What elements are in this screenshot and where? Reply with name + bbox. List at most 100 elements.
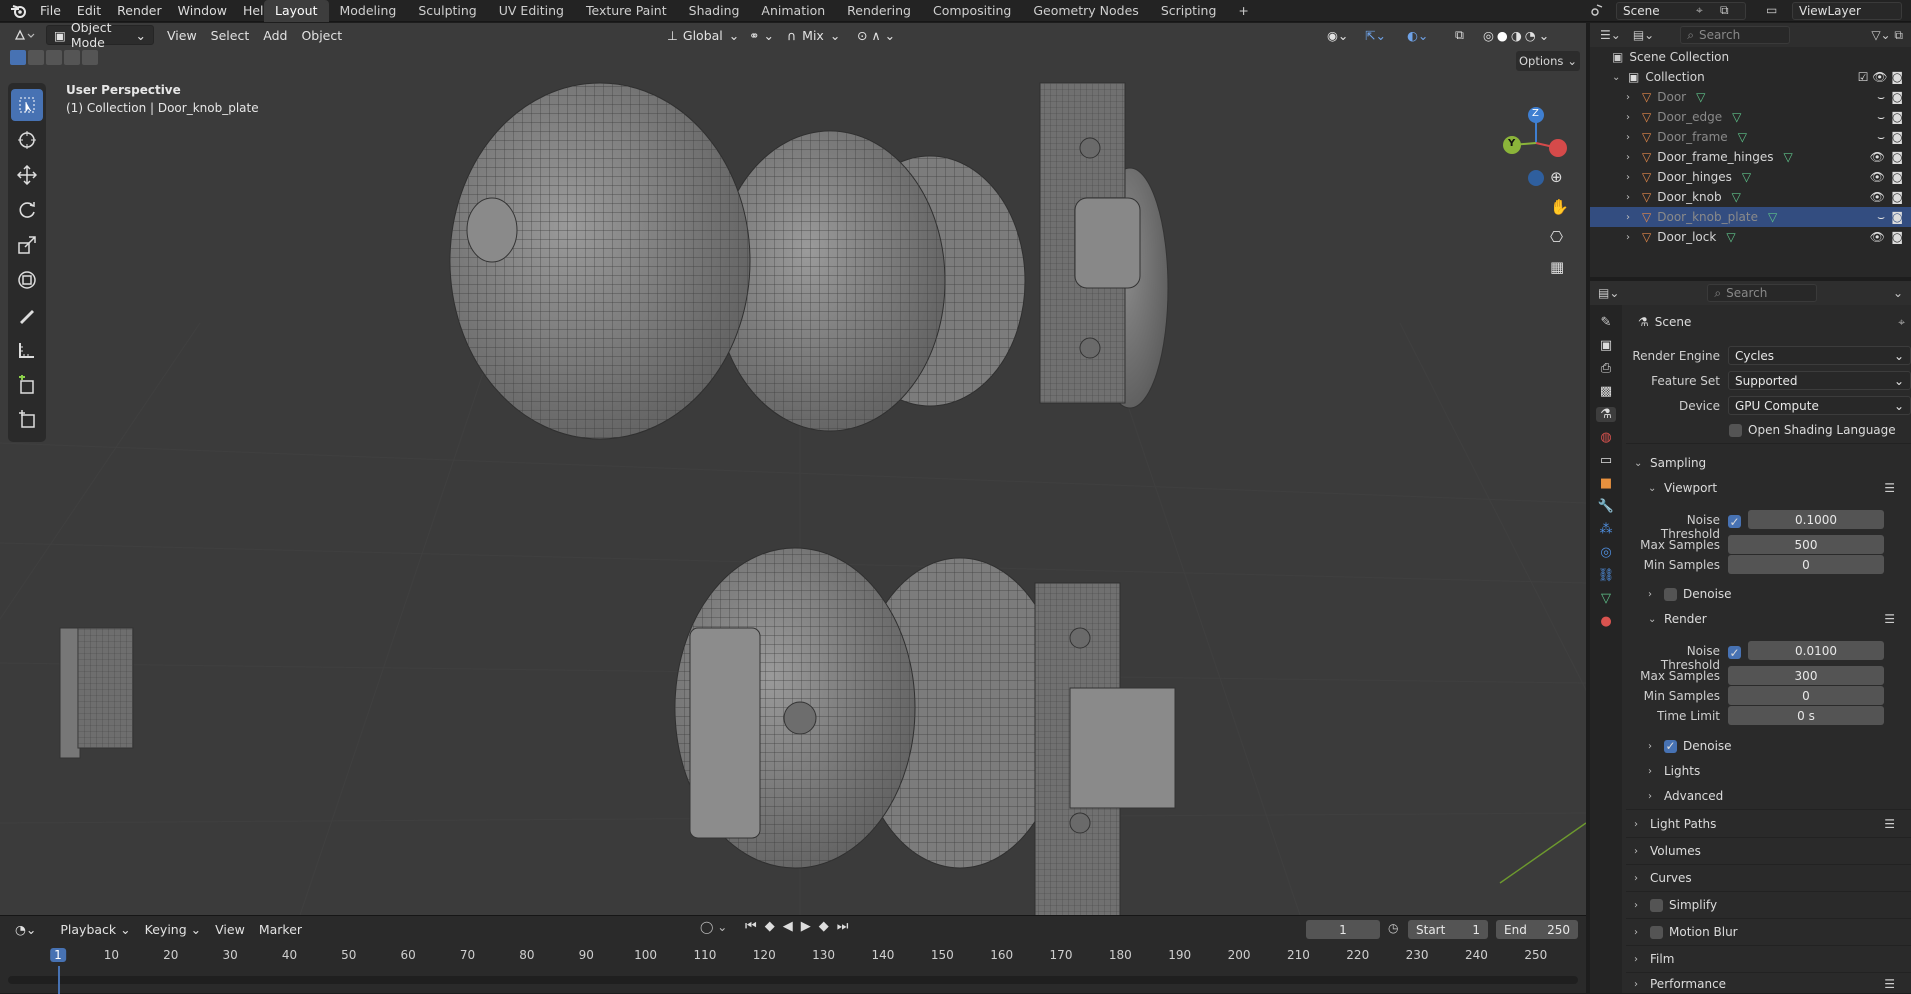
timeline-view-menu[interactable]: View (208, 919, 252, 939)
viewport-noise-threshold-field[interactable]: 0.1000 (1748, 510, 1884, 529)
mesh-data-icon[interactable]: ▽ (1726, 230, 1735, 244)
osl-checkbox[interactable] (1729, 423, 1742, 437)
simplify-panel-header[interactable]: › Simplify (1634, 898, 1717, 912)
object-tab-icon[interactable]: ■ (1600, 476, 1612, 491)
move-tool-icon[interactable] (11, 159, 43, 191)
chevron-right-icon[interactable]: › (1626, 212, 1636, 223)
mode-dropdown[interactable]: ▣ Object Mode ⌄ (46, 23, 154, 50)
chevron-right-icon[interactable]: › (1626, 172, 1636, 183)
gizmo-toggle-icon[interactable]: ⇱⌄ (1358, 25, 1393, 45)
chevron-down-icon[interactable]: ⌄ (1612, 72, 1622, 83)
render-tab-icon[interactable]: ▣ (1600, 338, 1612, 353)
material-tab-icon[interactable]: ● (1600, 614, 1611, 629)
eye-closed-icon[interactable]: ⌣ (1877, 210, 1885, 225)
collection-tab-icon[interactable]: ▭ (1600, 453, 1612, 468)
tab-uv-editing[interactable]: UV Editing (488, 0, 575, 22)
eye-icon[interactable]: 👁 (1870, 230, 1885, 244)
mesh-data-icon[interactable]: ▽ (1738, 130, 1747, 144)
viewport-denoise-row[interactable]: › Denoise (1648, 587, 1732, 601)
3d-viewport[interactable]: ▣ Object Mode ⌄ View Select Add Object ⊥… (0, 23, 1586, 915)
tab-animation[interactable]: Animation (750, 0, 836, 22)
rendered-shading-icon[interactable]: ◔ (1525, 28, 1536, 43)
snap-dropdown[interactable]: ∩ Mix ⌄ (780, 25, 847, 45)
sampling-panel-header[interactable]: ⌄ Sampling (1634, 456, 1706, 470)
chevron-right-icon[interactable]: › (1626, 132, 1636, 143)
filter-icon[interactable]: ▽⌄ ⧉ (1871, 28, 1903, 43)
annotate-tool-icon[interactable] (11, 299, 43, 331)
render-noise-threshold-checkbox[interactable]: ✓ (1728, 646, 1741, 660)
outliner-editor-type-icon[interactable]: ☰⌄ (1600, 28, 1621, 42)
film-panel-header[interactable]: › Film (1634, 952, 1674, 966)
door-knob-mesh[interactable] (449, 82, 1169, 440)
pin-icon[interactable]: ⌖ (1898, 315, 1905, 330)
tab-texture-paint[interactable]: Texture Paint (575, 0, 678, 22)
select-subtract-icon[interactable] (46, 50, 62, 65)
render-subpanel-header[interactable]: ⌄ Render (1648, 612, 1707, 626)
play-icon[interactable]: ▶ (801, 919, 811, 934)
perspective-toggle-icon[interactable]: ▦ (1550, 258, 1569, 276)
measure-tool-icon[interactable] (11, 334, 43, 366)
select-box-tool-icon[interactable] (11, 89, 43, 121)
constraints-tab-icon[interactable]: ⛓ (1598, 568, 1615, 583)
viewport-max-samples-field[interactable]: 500 (1728, 535, 1884, 554)
end-frame-field[interactable]: End 250 (1496, 920, 1578, 939)
display-mode-icon[interactable]: ▤⌄ (1633, 28, 1654, 42)
world-tab-icon[interactable]: ◍ (1600, 430, 1611, 445)
door-lock-mesh[interactable] (674, 547, 1176, 915)
eye-closed-icon[interactable]: ⌣ (1877, 90, 1885, 105)
object-menu[interactable]: Object (294, 25, 349, 45)
render-max-samples-field[interactable]: 300 (1728, 666, 1884, 685)
particles-tab-icon[interactable]: ⁂ (1600, 522, 1613, 537)
pin-icon[interactable]: ⌖ (1696, 3, 1703, 18)
lights-subpanel-header[interactable]: › Lights (1648, 764, 1700, 778)
viewport-subpanel-header[interactable]: ⌄ Viewport (1648, 481, 1717, 495)
render-denoise-row[interactable]: › ✓ Denoise (1648, 739, 1732, 753)
camera-render-icon[interactable]: ◙ (1891, 210, 1903, 224)
chevron-right-icon[interactable]: › (1626, 112, 1636, 123)
tab-geometry-nodes[interactable]: Geometry Nodes (1022, 0, 1149, 22)
timeline-scrollbar[interactable] (8, 976, 1578, 984)
add-menu[interactable]: Add (256, 25, 294, 45)
light-paths-panel-header[interactable]: › Light Paths (1634, 817, 1716, 831)
view-layer-field[interactable]: ViewLayer (1792, 2, 1902, 20)
menu-file[interactable]: File (32, 0, 69, 22)
autokey-icon[interactable]: ◯ ⌄ (700, 920, 727, 934)
next-keyframe-icon[interactable]: ◆ (819, 919, 829, 934)
marker-menu[interactable]: Marker (252, 919, 309, 939)
presets-list-icon[interactable]: ☰ (1884, 977, 1895, 991)
chevron-down-icon[interactable]: ⌄ (1539, 28, 1549, 43)
render-denoise-checkbox[interactable]: ✓ (1664, 739, 1677, 753)
mesh-data-icon[interactable]: ▽ (1783, 150, 1792, 164)
menu-edit[interactable]: Edit (69, 0, 109, 22)
data-tab-icon[interactable]: ▽ (1601, 591, 1611, 606)
current-frame-field[interactable]: 1 (1306, 920, 1380, 939)
eye-icon[interactable]: 👁 (1870, 150, 1885, 164)
jump-start-icon[interactable]: ⏮ (745, 919, 757, 934)
select-new-icon[interactable] (10, 50, 26, 65)
pivot-point-icon[interactable]: ⚭ ⌄ (742, 25, 781, 45)
outliner-object-row[interactable]: › ▽ Door_knob_plate ▽ ⌣ ◙ (1590, 207, 1911, 227)
modifier-tab-icon[interactable]: 🔧 (1598, 499, 1614, 514)
menu-render[interactable]: Render (109, 0, 170, 22)
transform-tool-icon[interactable] (11, 264, 43, 296)
start-frame-field[interactable]: Start 1 (1408, 920, 1488, 939)
jump-end-icon[interactable]: ⏭ (837, 919, 849, 934)
eye-closed-icon[interactable]: ⌣ (1877, 130, 1885, 145)
mesh-data-icon[interactable]: ▽ (1732, 110, 1741, 124)
tab-shading[interactable]: Shading (678, 0, 751, 22)
playback-menu[interactable]: Playback ⌄ (53, 919, 137, 939)
outliner-object-row[interactable]: › ▽ Door_hinges ▽ 👁 ◙ (1590, 167, 1911, 187)
viewport-denoise-checkbox[interactable] (1664, 587, 1677, 601)
camera-render-icon[interactable]: ◙ (1891, 170, 1903, 184)
outliner-object-row[interactable]: › ▽ Door_edge ▽ ⌣ ◙ (1590, 107, 1911, 127)
add-workspace-button[interactable]: + (1227, 0, 1259, 22)
view-layer-icon[interactable]: ▭ (1766, 3, 1777, 17)
volumes-panel-header[interactable]: › Volumes (1634, 844, 1701, 858)
tool-tab-icon[interactable]: ✎ (1601, 315, 1612, 330)
advanced-subpanel-header[interactable]: › Advanced (1648, 789, 1723, 803)
play-reverse-icon[interactable]: ◀ (783, 919, 793, 934)
outliner-object-row[interactable]: › ▽ Door ▽ ⌣ ◙ (1590, 87, 1911, 107)
cursor-tool-icon[interactable] (11, 124, 43, 156)
scale-tool-icon[interactable] (11, 229, 43, 261)
keying-menu[interactable]: Keying ⌄ (138, 919, 208, 939)
